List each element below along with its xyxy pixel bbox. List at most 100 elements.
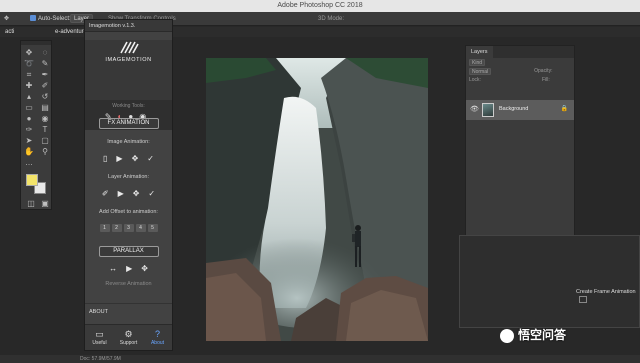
- shape-tool-icon[interactable]: ▢: [38, 135, 52, 146]
- quick-mask-icon[interactable]: ◫: [24, 198, 38, 209]
- auto-select-label: Auto-Select:: [38, 16, 71, 22]
- marquee-tool-icon[interactable]: ◌: [38, 47, 52, 58]
- doc-size: Doc: 57.9M/57.9M: [80, 356, 121, 362]
- checkbox-icon: [30, 15, 36, 22]
- eraser-tool-icon[interactable]: ▭: [22, 102, 36, 113]
- history-brush-tool-icon[interactable]: ↺: [38, 91, 52, 102]
- dodge-tool-icon[interactable]: ◉: [38, 113, 52, 124]
- mode-3d-label: 3D Mode:: [318, 16, 345, 22]
- more-tools-icon[interactable]: …: [22, 157, 36, 168]
- nav-label: Support: [119, 340, 138, 346]
- play-icon[interactable]: ▶: [126, 264, 132, 274]
- crop-tool-icon[interactable]: ⌗: [22, 69, 36, 80]
- move-arrows-icon[interactable]: ✥: [133, 189, 140, 199]
- opacity-label: Opacity:: [534, 68, 553, 74]
- path-select-tool-icon[interactable]: ➤: [22, 135, 36, 146]
- brand-area: IMAGEMOTION: [85, 40, 172, 100]
- gear-icon: ⚙: [124, 329, 133, 339]
- play-icon[interactable]: ▶: [116, 154, 122, 164]
- pen-icon[interactable]: ✐: [102, 189, 109, 199]
- offset-option[interactable]: 1: [99, 224, 110, 232]
- fx-animation-button[interactable]: FX ANIMATION: [98, 118, 159, 129]
- blend-row: Normal Opacity:: [466, 67, 574, 76]
- watermark-logo-icon: [500, 328, 514, 343]
- lock-row: Lock: Fill:: [466, 76, 574, 85]
- move-arrows-icon[interactable]: ✥: [141, 264, 148, 274]
- offset-option[interactable]: 4: [135, 224, 146, 232]
- gradient-tool-icon[interactable]: ▤: [38, 102, 52, 113]
- monitor-icon: ▭: [95, 329, 104, 339]
- tab-layers[interactable]: Layers: [466, 46, 493, 58]
- status-bar: Doc: 57.9M/57.9M: [0, 355, 640, 363]
- imagemotion-panel: Imagemotion v.1.3. IMAGEMOTION Working T…: [84, 19, 173, 351]
- move-arrows-icon[interactable]: ✥: [132, 154, 139, 164]
- about-label: ABOUT: [89, 309, 108, 315]
- nav-support[interactable]: ⚙ Support: [114, 325, 143, 350]
- layer-name: Background: [499, 106, 529, 112]
- color-swatches: [26, 174, 48, 196]
- screen-mode-icon[interactable]: ▣: [38, 198, 52, 209]
- image-animation-label: Image Animation:: [107, 139, 150, 145]
- question-icon: ?: [154, 329, 160, 339]
- panel-title: Imagemotion v.1.3.: [85, 20, 172, 32]
- create-frame-animation-button[interactable]: Create Frame Animation: [576, 288, 639, 304]
- watermark: 悟空问答: [500, 326, 566, 343]
- play-icon[interactable]: ▶: [118, 189, 124, 199]
- hand-tool-icon[interactable]: ✋: [22, 146, 36, 157]
- lock-icon: 🔒: [560, 106, 568, 112]
- check-icon[interactable]: ✓: [148, 189, 155, 199]
- offset-option[interactable]: 3: [123, 224, 134, 232]
- arrows-horizontal-icon[interactable]: ↔: [109, 264, 117, 274]
- blur-tool-icon[interactable]: ●: [22, 113, 36, 124]
- document-tab[interactable]: acti: [2, 27, 14, 37]
- pen-tool-icon[interactable]: ✑: [22, 124, 36, 135]
- eye-icon[interactable]: 👁: [470, 105, 479, 113]
- parallax-button[interactable]: PARALLAX: [98, 246, 159, 257]
- move-tool-icon[interactable]: ✥: [4, 12, 9, 26]
- foreground-color-swatch[interactable]: [26, 174, 38, 186]
- layer-thumbnail: [482, 103, 494, 117]
- create-frame-animation-label: Create Frame Animation: [576, 289, 636, 295]
- eyedropper-tool-icon[interactable]: ✒: [38, 69, 52, 80]
- imagemotion-logo-icon: [119, 41, 139, 54]
- chevron-down-icon[interactable]: [579, 296, 587, 304]
- healing-brush-tool-icon[interactable]: ✚: [22, 80, 36, 91]
- reverse-animation-label: Reverse Animation: [105, 281, 152, 287]
- offset-option[interactable]: 2: [111, 224, 122, 232]
- add-offset-label: Add Offset to animation:: [99, 209, 158, 215]
- fill-label: Fill:: [541, 77, 550, 83]
- auto-select-toggle[interactable]: Auto-Select:: [30, 12, 71, 26]
- brush-tool-icon[interactable]: ✐: [38, 80, 52, 91]
- watermark-text: 悟空问答: [518, 328, 567, 342]
- layer-row[interactable]: 👁 Background 🔒: [466, 100, 574, 120]
- timeline-panel: Create Frame Animation: [459, 235, 640, 328]
- layer-animation-label: Layer Animation:: [108, 174, 149, 180]
- type-tool-icon[interactable]: T: [38, 124, 52, 135]
- offset-selector: 1 2 3 4 5: [85, 224, 172, 232]
- tools-panel: ✥ ◌ ➰ ✎ ⌗ ✒ ✚ ✐ ▴ ↺ ▭ ▤ ● ◉ ✑ T ➤ ▢ ✋ ⚲ …: [20, 40, 52, 210]
- lock-label: Lock:: [469, 77, 481, 83]
- offset-option[interactable]: 5: [147, 224, 158, 232]
- document-canvas[interactable]: [206, 58, 428, 341]
- zoom-tool-icon[interactable]: ⚲: [38, 146, 52, 157]
- window-title: Adobe Photoshop CC 2018: [277, 2, 363, 9]
- document-icon[interactable]: ▯: [103, 154, 107, 164]
- brand-name: IMAGEMOTION: [105, 57, 152, 63]
- lasso-tool-icon[interactable]: ➰: [22, 58, 36, 69]
- check-icon[interactable]: ✓: [147, 154, 154, 164]
- move-tool-icon[interactable]: ✥: [22, 47, 36, 58]
- clone-stamp-tool-icon[interactable]: ▴: [22, 91, 36, 102]
- nav-label: About: [150, 340, 165, 346]
- nav-useful[interactable]: ▭ Useful: [85, 325, 114, 350]
- document-tab[interactable]: e-adventure: [52, 27, 87, 37]
- layers-panel-tabs: Layers: [466, 46, 574, 58]
- window-title-bar: Adobe Photoshop CC 2018: [0, 0, 640, 12]
- bottom-nav: ▭ Useful ⚙ Support ? About: [85, 324, 172, 350]
- quick-select-tool-icon[interactable]: ✎: [38, 58, 52, 69]
- nav-label: Useful: [92, 340, 107, 346]
- kind-filter[interactable]: Kind: [469, 59, 486, 66]
- filter-row: Kind: [466, 58, 574, 67]
- working-tools-label: Working Tools:: [112, 103, 145, 109]
- blend-mode-select[interactable]: Normal: [469, 68, 492, 75]
- nav-about[interactable]: ? About: [143, 325, 172, 350]
